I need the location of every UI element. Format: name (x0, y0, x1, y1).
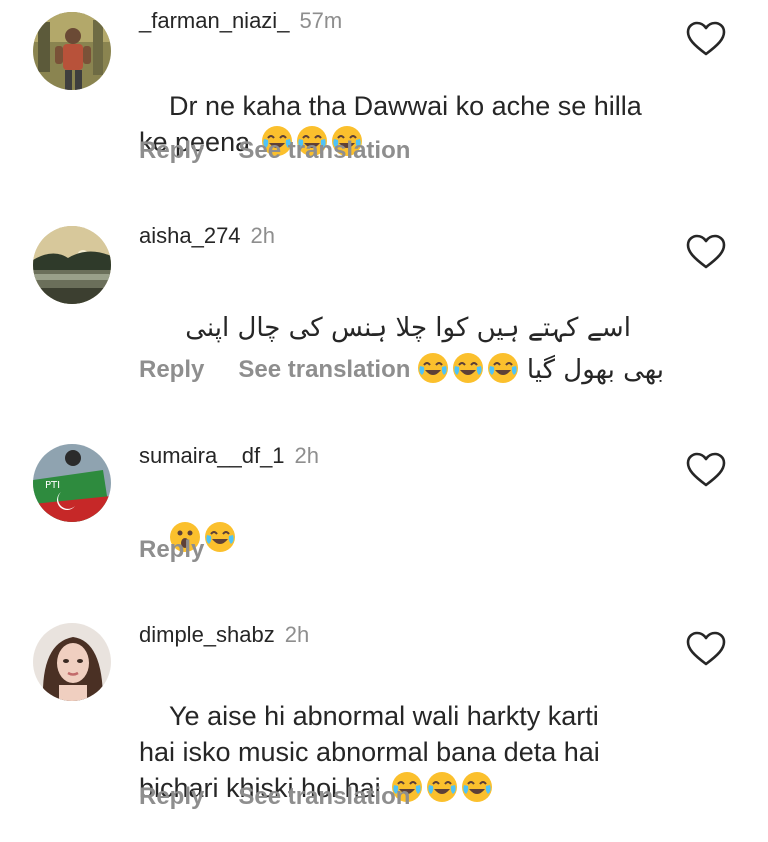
comment-item: dimple_shabz 2h Ye aise hi abnormal wali … (0, 619, 768, 825)
comment-item: _farman_niazi_ 57m Dr ne kaha tha Dawwai … (0, 0, 768, 200)
avatar[interactable] (33, 12, 111, 90)
username-link[interactable]: dimple_shabz (139, 622, 275, 647)
timestamp: 57m (299, 8, 343, 33)
face-with-tears-of-joy-icon (452, 352, 484, 384)
username-link[interactable]: aisha_274 (139, 223, 241, 248)
flag-lettering: PTI (45, 480, 60, 491)
avatar-image-gym (33, 12, 111, 90)
comment-item: PTI sumaira__df_1 2h Reply (0, 440, 768, 600)
avatar-image-lake-sunset (33, 226, 111, 304)
comment-text (139, 484, 659, 592)
timestamp: 2h (294, 443, 320, 468)
comment-actions: Reply See translation (139, 783, 410, 811)
avatar[interactable]: PTI (33, 444, 111, 522)
comment-actions: Reply See translation (139, 137, 410, 165)
comment-actions: Reply (139, 536, 204, 564)
timestamp: 2h (250, 223, 276, 248)
heart-outline-icon[interactable] (686, 234, 726, 270)
username-link[interactable]: _farman_niazi_ (139, 8, 289, 33)
face-with-tears-of-joy-icon (487, 352, 519, 384)
comment-actions: Reply See translation (139, 356, 410, 384)
heart-outline-icon[interactable] (686, 21, 726, 57)
heart-outline-icon[interactable] (686, 452, 726, 488)
face-with-tears-of-joy-icon (204, 521, 236, 553)
timestamp: 2h (284, 622, 310, 647)
comment-meta: aisha_274 2h (139, 223, 275, 249)
comment-meta: dimple_shabz 2h (139, 622, 309, 648)
face-with-tears-of-joy-icon (426, 771, 458, 803)
comment-text: Ye aise hi abnormal wali harkty karti ha… (139, 662, 639, 842)
avatar-image-flag: PTI (33, 444, 111, 522)
reply-button[interactable]: Reply (139, 536, 204, 563)
see-translation-button[interactable]: See translation (238, 356, 410, 383)
comment-text: Dr ne kaha tha Dawwai ko ache se hilla k… (139, 52, 659, 196)
reply-button[interactable]: Reply (139, 783, 204, 810)
heart-outline-icon[interactable] (686, 631, 726, 667)
comment-item: aisha_274 2h اسے کہتے ہیں کوا چلا ہنس کی … (0, 220, 768, 410)
reply-button[interactable]: Reply (139, 137, 204, 164)
face-with-tears-of-joy-icon (417, 352, 449, 384)
avatar-image-portrait (33, 623, 111, 701)
face-with-tears-of-joy-icon (461, 771, 493, 803)
comment-text: اسے کہتے ہیں کوا چلا ہنس کی چال اپنی بھی… (139, 265, 664, 433)
comment-meta: sumaira__df_1 2h (139, 443, 319, 469)
avatar[interactable] (33, 226, 111, 304)
see-translation-button[interactable]: See translation (238, 137, 410, 164)
reply-button[interactable]: Reply (139, 356, 204, 383)
username-link[interactable]: sumaira__df_1 (139, 443, 285, 468)
comment-meta: _farman_niazi_ 57m (139, 8, 342, 34)
avatar[interactable] (33, 623, 111, 701)
see-translation-button[interactable]: See translation (238, 783, 410, 810)
